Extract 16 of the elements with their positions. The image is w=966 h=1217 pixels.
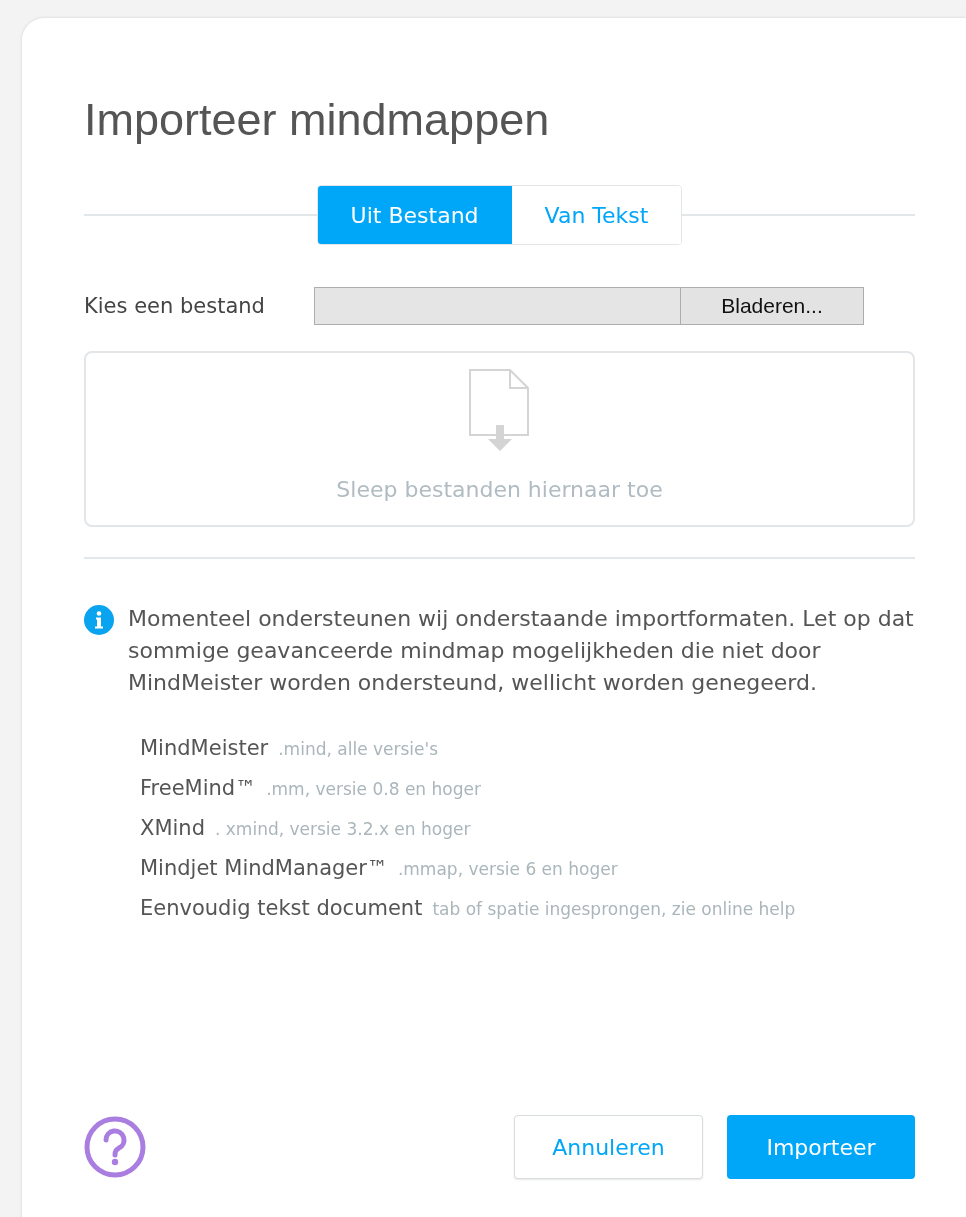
cancel-button[interactable]: Annuleren xyxy=(514,1115,703,1179)
drop-zone[interactable]: Sleep bestanden hiernaar toe xyxy=(84,351,915,527)
dialog-title: Importeer mindmappen xyxy=(84,94,551,146)
field-label: Kies een bestand xyxy=(84,294,266,318)
format-entry: MindMeister .mind, alle versie's xyxy=(140,735,440,762)
info-text: Momenteel ondersteunen wij onderstaande importformaten. Let op dat sommige geavanceerde mindmap mogelijkheden die niet door MindMeister worden ondersteund, wellicht worden genegeerd. xyxy=(128,605,915,697)
drop-hint: Sleep bestanden hiernaar toe xyxy=(336,477,663,502)
format-entry: Eenvoudig tekst document tab of spatie ingesprongen, zie online help xyxy=(140,895,797,922)
info-icon xyxy=(84,605,114,635)
help-icon[interactable] xyxy=(84,1116,146,1178)
import-button[interactable]: Importeer xyxy=(727,1115,915,1179)
format-entry: FreeMind™ .mm, versie 0.8 en hoger xyxy=(140,775,482,802)
format-entry: Mindjet MindManager™ .mmap, versie 6 en hoger xyxy=(140,855,619,882)
format-entry: XMind . xmind, versie 3.2.x en hoger xyxy=(140,815,472,842)
tab[interactable]: Uit Bestand xyxy=(317,186,512,244)
file-field[interactable]: Bladeren... xyxy=(314,287,864,325)
